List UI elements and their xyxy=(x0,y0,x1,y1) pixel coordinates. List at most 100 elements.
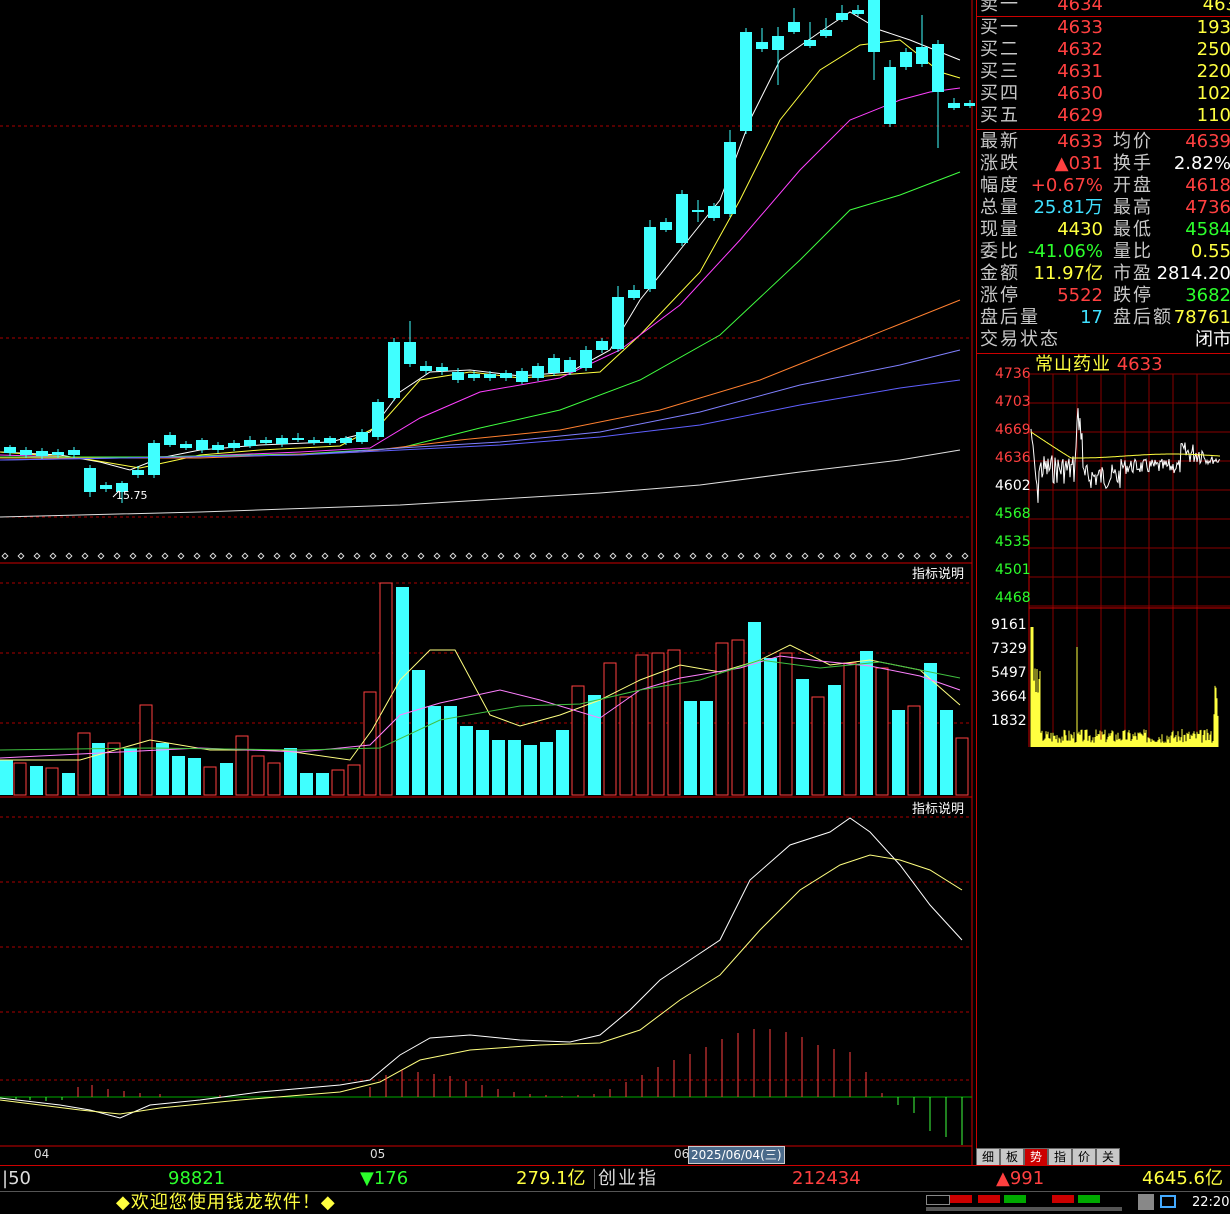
volume-bar xyxy=(875,667,889,796)
candle xyxy=(964,103,976,106)
user-icon[interactable] xyxy=(1138,1194,1154,1210)
monitor-icon[interactable] xyxy=(1160,1195,1176,1208)
stat-value-2: 闭市 xyxy=(1195,329,1230,350)
candle xyxy=(36,451,48,456)
candle xyxy=(468,374,480,378)
candle xyxy=(100,485,112,489)
tab-0[interactable]: 细 xyxy=(976,1148,1000,1166)
stat-value-2: 4618 xyxy=(1185,175,1230,196)
candle xyxy=(84,468,96,492)
candle xyxy=(868,0,880,52)
candle xyxy=(212,445,224,450)
tab-3[interactable]: 指 xyxy=(1048,1148,1072,1166)
stat-value: 11.97亿 xyxy=(1033,263,1103,284)
candle xyxy=(276,438,288,444)
volume-bar xyxy=(235,735,249,796)
market-strength-bars xyxy=(926,1193,1122,1213)
ticker-index-amount: 4645.6亿 xyxy=(1142,1168,1223,1189)
candle xyxy=(532,366,544,378)
stat-value-2: 78761 xyxy=(1173,307,1230,328)
ask-row: 卖一 4634 463 xyxy=(977,0,1230,16)
candle xyxy=(660,222,672,230)
candle xyxy=(4,447,16,453)
bid-price: 4629 xyxy=(1057,105,1103,126)
candle xyxy=(148,443,160,475)
bid-row: 买一 4633 193 xyxy=(977,17,1230,39)
month-label-06: 06 xyxy=(674,1147,690,1161)
stat-value-2: 4639 xyxy=(1185,131,1230,152)
candle xyxy=(724,142,736,214)
candle xyxy=(852,10,864,14)
volume-bar xyxy=(715,642,729,796)
candle xyxy=(68,450,80,455)
ma30-line xyxy=(0,171,961,458)
candle xyxy=(580,350,592,368)
stat-value: 4430 xyxy=(1057,219,1103,240)
candle xyxy=(692,210,704,212)
main-chart-area[interactable]: 15.75 指标说明 指标说明 04 05 06 2025/06/04(三) xyxy=(0,0,976,1165)
volume-bar xyxy=(684,701,697,795)
ma10-line xyxy=(0,39,961,469)
status-bar: ◆欢迎您使用钱龙软件！◆ 22:20 xyxy=(0,1191,1230,1214)
tab-5[interactable]: 关 xyxy=(1096,1148,1120,1166)
volume-bar xyxy=(667,649,681,796)
mini-price-tick: 4736 xyxy=(995,366,1031,382)
tab-1[interactable]: 板 xyxy=(1000,1148,1024,1166)
volume-bar xyxy=(476,730,489,795)
volume-bar xyxy=(571,685,585,796)
volume-bar xyxy=(588,695,601,795)
mini-price-tick: 4602 xyxy=(995,478,1031,494)
volume-bar xyxy=(940,710,953,795)
volume-bar xyxy=(347,764,361,796)
stat-label: 总量 xyxy=(980,197,1020,218)
volume-bar xyxy=(635,654,649,796)
volume-bar xyxy=(188,758,201,795)
volume-bar xyxy=(251,755,265,796)
stat-value: ▲031 xyxy=(1054,153,1103,174)
volume-bar xyxy=(396,587,409,795)
stat-label-2: 盘后额 xyxy=(1113,307,1173,328)
indicator-label-macd[interactable]: 指标说明 xyxy=(912,798,964,817)
volume-bar xyxy=(892,710,905,795)
clock: 22:20 xyxy=(1192,1195,1230,1210)
ticker-index-tail: |50 xyxy=(2,1168,31,1189)
mini-price-tick: 4568 xyxy=(995,506,1031,522)
candle xyxy=(452,372,464,380)
bid-row: 买三 4631 220 xyxy=(977,61,1230,83)
stat-label-2: 最低 xyxy=(1113,219,1153,240)
volume-bar xyxy=(492,740,505,795)
volume-bar xyxy=(172,756,185,795)
stat-row: 交易状态 闭市 xyxy=(977,329,1230,351)
volume-bar xyxy=(92,743,105,795)
tab-2[interactable]: 势 xyxy=(1024,1148,1048,1166)
stat-value-2: 3682 xyxy=(1185,285,1230,306)
tab-4[interactable]: 价 xyxy=(1072,1148,1096,1166)
candle xyxy=(180,444,192,448)
bid-label: 买三 xyxy=(980,61,1020,82)
volume-bar xyxy=(764,658,777,795)
volume-bar xyxy=(748,622,761,795)
volume-bar xyxy=(540,742,553,795)
indicator-label-volume[interactable]: 指标说明 xyxy=(912,563,964,582)
mini-price-tick: 4703 xyxy=(995,394,1031,410)
volume-bar xyxy=(731,639,745,796)
candle xyxy=(260,440,272,443)
mini-price-tick: 4669 xyxy=(995,422,1031,438)
bid-label: 买五 xyxy=(980,105,1020,126)
bid-volume: 102 xyxy=(1196,83,1230,104)
stat-value-2: 2.82% xyxy=(1173,153,1230,174)
volume-bar xyxy=(796,679,809,795)
candle xyxy=(484,374,496,378)
volume-bar xyxy=(779,652,793,796)
stat-value: 4633 xyxy=(1057,131,1103,152)
chart-canvas[interactable]: 15.75 xyxy=(0,0,976,1165)
quote-panel: 卖一 4634 463 买一4633193买二4632250买三4631220买… xyxy=(976,0,1230,1165)
bid-label: 买一 xyxy=(980,17,1020,38)
volume-bar xyxy=(316,773,329,795)
stat-label: 金额 xyxy=(980,263,1020,284)
bid-volume: 193 xyxy=(1196,17,1230,38)
candle xyxy=(420,366,432,371)
candle xyxy=(644,227,656,289)
stat-value-2: 0.55 xyxy=(1190,241,1230,262)
candle xyxy=(884,67,896,124)
